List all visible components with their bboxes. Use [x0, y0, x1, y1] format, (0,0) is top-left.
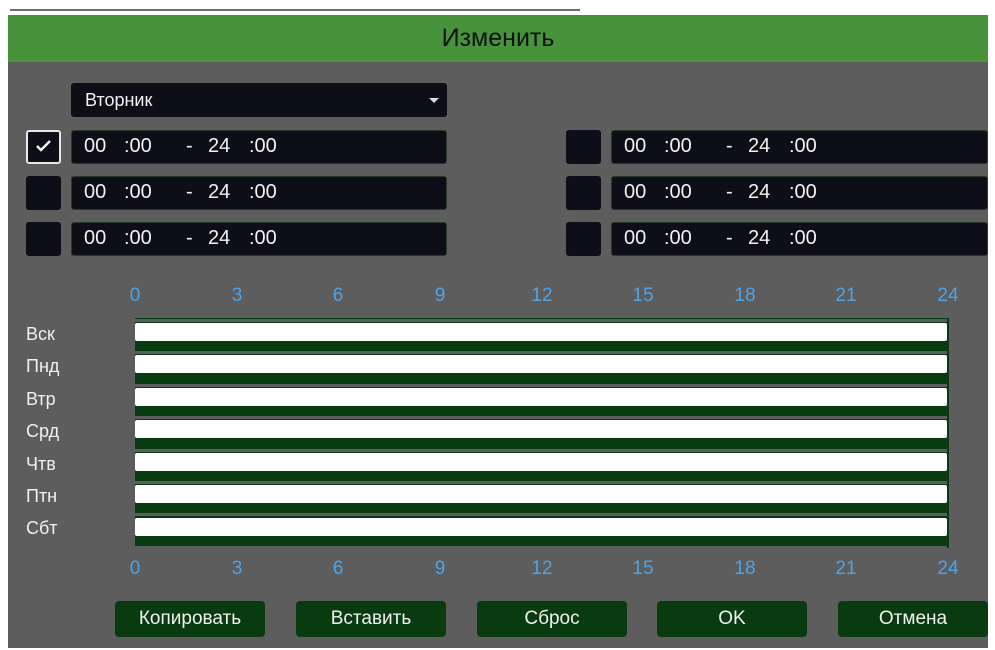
start-hour[interactable]: 00	[624, 135, 646, 158]
paste-button[interactable]: Вставить	[296, 601, 446, 637]
schedule-bar-mon[interactable]	[135, 355, 947, 373]
period-time-field-1[interactable]: 00 :00 - 24 :00	[71, 130, 447, 164]
cancel-button[interactable]: Отмена	[838, 601, 988, 637]
range-dash: -	[186, 227, 193, 249]
start-minute[interactable]: :00	[124, 135, 152, 158]
end-hour[interactable]: 24	[748, 227, 770, 250]
top-strip	[0, 0, 995, 15]
period-checkbox-5[interactable]	[566, 176, 601, 210]
hour-label: 21	[835, 285, 857, 306]
start-minute[interactable]: :00	[124, 181, 152, 204]
end-hour[interactable]: 24	[208, 135, 230, 158]
hour-label: 9	[434, 285, 446, 306]
end-minute[interactable]: :00	[789, 181, 817, 204]
day-label-sun: Вск	[26, 324, 55, 344]
period-checkbox-1[interactable]	[26, 130, 61, 164]
schedule-bar-wed[interactable]	[135, 420, 947, 438]
range-dash: -	[726, 227, 733, 249]
end-minute[interactable]: :00	[249, 227, 277, 250]
range-dash: -	[186, 181, 193, 203]
period-time-field-2[interactable]: 00 :00 - 24 :00	[71, 176, 447, 210]
grid-separator	[135, 545, 947, 549]
start-hour[interactable]: 00	[84, 181, 106, 204]
period-checkbox-3[interactable]	[26, 222, 61, 256]
start-hour[interactable]: 00	[84, 135, 106, 158]
end-hour[interactable]: 24	[208, 227, 230, 250]
end-minute[interactable]: :00	[789, 227, 817, 250]
period-checkbox-6[interactable]	[566, 222, 601, 256]
hour-label: 12	[531, 285, 553, 306]
end-hour[interactable]: 24	[208, 181, 230, 204]
range-dash: -	[726, 181, 733, 203]
hour-label: 15	[632, 285, 654, 306]
grid-separator	[135, 319, 947, 322]
day-label-tue: Втр	[26, 389, 56, 409]
schedule-bar-tue[interactable]	[135, 388, 947, 406]
period-time-field-4[interactable]: 00 :00 - 24 :00	[611, 130, 988, 164]
start-minute[interactable]: :00	[124, 227, 152, 250]
checkmark-icon	[36, 140, 51, 152]
hour-label: 9	[434, 558, 446, 579]
hour-label: 18	[734, 285, 756, 306]
day-select[interactable]: Вторник	[71, 83, 447, 117]
start-minute[interactable]: :00	[664, 135, 692, 158]
hour-label: 0	[129, 558, 141, 579]
grid-separator	[135, 481, 947, 484]
hour-label: 3	[231, 558, 243, 579]
edit-dialog: Изменить Вторник 00 :00 - 24 :00 00 :00 …	[8, 15, 988, 648]
hour-label: 6	[332, 285, 344, 306]
grid-separator	[135, 351, 947, 355]
end-minute[interactable]: :00	[249, 135, 277, 158]
period-time-field-3[interactable]: 00 :00 - 24 :00	[71, 222, 447, 256]
end-hour[interactable]: 24	[748, 181, 770, 204]
period-time-field-6[interactable]: 00 :00 - 24 :00	[611, 222, 988, 256]
end-minute[interactable]: :00	[789, 135, 817, 158]
copy-button[interactable]: Копировать	[115, 601, 265, 637]
range-dash: -	[186, 135, 193, 157]
dialog-title: Изменить	[8, 15, 988, 62]
day-label-mon: Пнд	[26, 356, 60, 376]
hour-label: 12	[531, 558, 553, 579]
grid-separator	[135, 513, 947, 517]
day-select-value: Вторник	[85, 89, 153, 110]
hour-label: 6	[332, 558, 344, 579]
ok-button[interactable]: OK	[657, 601, 807, 637]
period-time-field-5[interactable]: 00 :00 - 24 :00	[611, 176, 988, 210]
start-minute[interactable]: :00	[664, 181, 692, 204]
reset-button[interactable]: Сброс	[477, 601, 627, 637]
chevron-down-icon	[429, 98, 439, 103]
schedule-grid[interactable]	[135, 318, 949, 549]
day-label-thu: Чтв	[26, 454, 56, 474]
end-minute[interactable]: :00	[249, 181, 277, 204]
hour-label: 21	[835, 558, 857, 579]
start-hour[interactable]: 00	[624, 181, 646, 204]
hour-label: 3	[231, 285, 243, 306]
day-label-wed: Срд	[26, 421, 60, 441]
period-checkbox-2[interactable]	[26, 176, 61, 210]
schedule-bar-sun[interactable]	[135, 323, 947, 341]
day-label-fri: Птн	[26, 486, 58, 506]
schedule-bar-thu[interactable]	[135, 453, 947, 471]
hour-label: 24	[937, 558, 959, 579]
hour-label: 18	[734, 558, 756, 579]
grid-separator	[135, 416, 947, 420]
start-hour[interactable]: 00	[624, 227, 646, 250]
grid-separator	[135, 448, 947, 452]
end-hour[interactable]: 24	[748, 135, 770, 158]
grid-separator	[135, 383, 947, 387]
divider	[10, 9, 580, 11]
start-hour[interactable]: 00	[84, 227, 106, 250]
schedule-bar-fri[interactable]	[135, 485, 947, 503]
schedule-bar-sat[interactable]	[135, 518, 947, 536]
hour-label: 0	[129, 285, 141, 306]
period-checkbox-4[interactable]	[566, 130, 601, 164]
range-dash: -	[726, 135, 733, 157]
hour-label: 24	[937, 285, 959, 306]
start-minute[interactable]: :00	[664, 227, 692, 250]
hour-label: 15	[632, 558, 654, 579]
day-label-sat: Сбт	[26, 518, 58, 538]
